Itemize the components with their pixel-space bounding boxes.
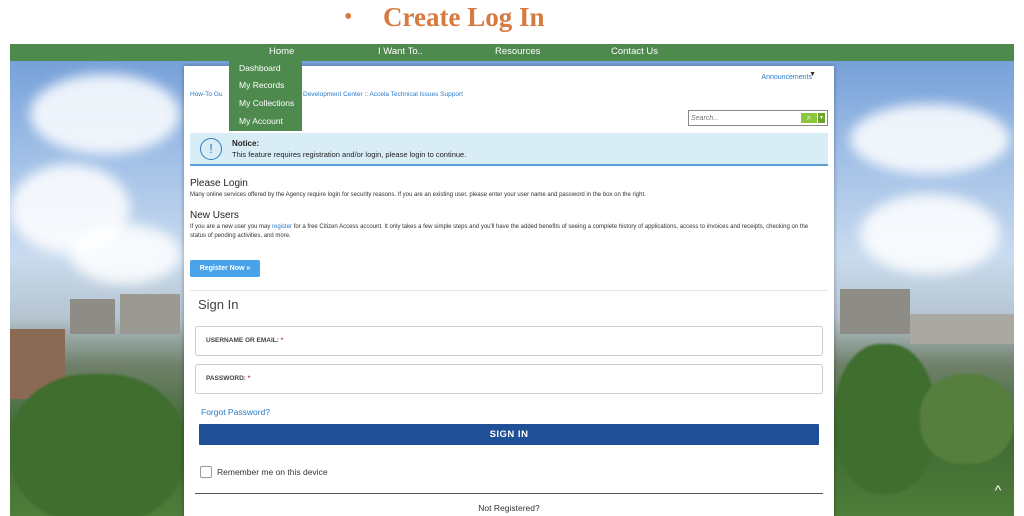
menu-item-dashboard[interactable]: Dashboard xyxy=(239,63,281,73)
breadcrumb-how-to[interactable]: How-To Gu xyxy=(190,91,223,98)
please-login-heading: Please Login xyxy=(190,178,248,189)
password-input[interactable] xyxy=(316,372,796,388)
password-field[interactable]: PASSWORD: * xyxy=(195,364,823,394)
scroll-top-icon[interactable]: ^ xyxy=(990,482,1006,498)
nav-i-want-to[interactable]: I Want To.. xyxy=(378,46,423,57)
breadcrumb-links[interactable]: Development Center :: Accela Technical I… xyxy=(303,91,463,98)
browser-content: Home I Want To.. Resources Contact Us Da… xyxy=(10,44,1014,516)
home-dropdown-menu: Dashboard My Records My Collections My A… xyxy=(229,61,302,131)
search-icon[interactable]: ⌕ xyxy=(801,113,817,123)
required-icon: * xyxy=(247,375,251,382)
notice-title: Notice: xyxy=(232,139,260,148)
chevron-down-icon[interactable]: ▼ xyxy=(809,71,816,78)
sign-in-form: Sign In USERNAME OR EMAIL: * PASSWORD: *… xyxy=(190,290,828,516)
nav-resources[interactable]: Resources xyxy=(495,46,540,57)
menu-item-my-account[interactable]: My Account xyxy=(239,116,283,126)
search-options-icon[interactable]: ▾ xyxy=(818,113,825,123)
new-users-heading: New Users xyxy=(190,210,239,221)
menu-item-my-records[interactable]: My Records xyxy=(239,80,284,90)
register-link[interactable]: register xyxy=(272,224,292,230)
slide-title: Create Log In xyxy=(383,2,545,32)
sign-in-title: Sign In xyxy=(198,297,239,312)
login-panel: Announcements ▼ How-To Gu Development Ce… xyxy=(184,66,834,516)
search-box: ⌕ ▾ xyxy=(688,110,828,126)
menu-item-my-collections[interactable]: My Collections xyxy=(239,98,294,108)
bullet-icon: • xyxy=(344,4,353,30)
required-icon: * xyxy=(280,337,284,344)
nav-home[interactable]: Home xyxy=(269,46,294,57)
username-label-text: USERNAME OR EMAIL: xyxy=(206,337,279,344)
slide-heading: • Create Log In xyxy=(0,0,1024,44)
announcements-link[interactable]: Announcements xyxy=(761,74,812,81)
remember-me-checkbox[interactable] xyxy=(200,466,212,478)
new-users-text: If you are a new user you may register f… xyxy=(190,223,820,241)
forgot-password-link[interactable]: Forgot Password? xyxy=(201,407,270,417)
main-nav: Home I Want To.. Resources Contact Us xyxy=(10,44,1014,61)
remember-me-label[interactable]: Remember me on this device xyxy=(217,467,328,477)
notice-text: This feature requires registration and/o… xyxy=(232,150,467,159)
username-input[interactable] xyxy=(316,334,796,350)
please-login-text: Many online services offered by the Agen… xyxy=(190,192,646,198)
not-registered-text: Not Registered? xyxy=(478,503,540,513)
register-now-button[interactable]: Register Now » xyxy=(190,260,260,277)
username-label: USERNAME OR EMAIL: * xyxy=(206,337,283,344)
new-users-text-before: If you are a new user you may xyxy=(190,224,273,230)
info-icon: ! xyxy=(200,138,222,160)
sign-in-button[interactable]: SIGN IN xyxy=(199,424,819,445)
nav-contact-us[interactable]: Contact Us xyxy=(611,46,658,57)
search-input[interactable] xyxy=(691,112,791,124)
password-label-text: PASSWORD: xyxy=(206,375,246,382)
username-field[interactable]: USERNAME OR EMAIL: * xyxy=(195,326,823,356)
divider xyxy=(195,493,823,494)
notice-banner: ! Notice: This feature requires registra… xyxy=(190,133,828,166)
password-label: PASSWORD: * xyxy=(206,375,250,382)
